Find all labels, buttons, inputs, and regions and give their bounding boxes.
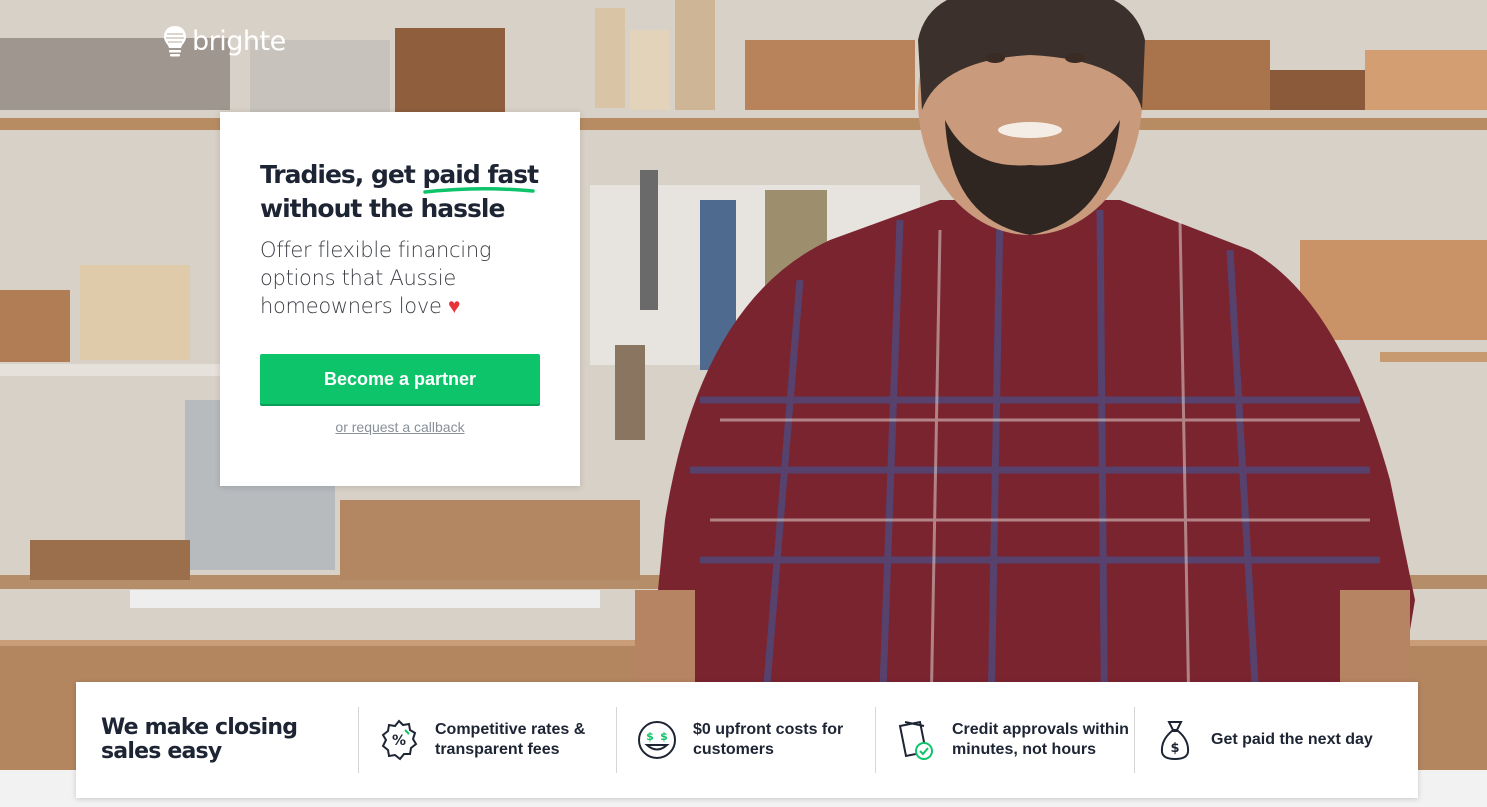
headline-part2: without the hassle bbox=[260, 194, 505, 223]
money-smile-icon: $ $ bbox=[638, 721, 676, 759]
benefit-payment: $ Get paid the next day bbox=[1134, 707, 1418, 773]
hero-headline: Tradies, get paid fast without the hassl… bbox=[260, 158, 560, 226]
svg-text:$: $ bbox=[660, 730, 668, 743]
percent-badge-icon: % bbox=[381, 719, 418, 761]
benefit-rates: % Competitive rates & transparent fees bbox=[358, 707, 616, 773]
heart-icon: ♥ bbox=[447, 294, 461, 318]
headline-part1: Tradies, get bbox=[260, 160, 423, 189]
brand-name: brighte bbox=[192, 25, 286, 57]
benefit-approvals: Credit approvals within minutes, not hou… bbox=[875, 707, 1134, 773]
svg-text:$: $ bbox=[646, 730, 654, 743]
highlight-underline-icon bbox=[422, 186, 535, 194]
benefit-upfront-label: $0 upfront costs for customers bbox=[693, 721, 844, 758]
benefit-rates-label: Competitive rates & transparent fees bbox=[435, 721, 586, 758]
lightbulb-icon bbox=[164, 26, 186, 57]
request-callback-link[interactable]: or request a callback bbox=[260, 419, 540, 435]
benefits-strip: We make closing sales easy % Competitive… bbox=[76, 682, 1418, 798]
money-bag-icon: $ bbox=[1160, 721, 1190, 761]
hero-subtext: Offer flexible financing options that Au… bbox=[260, 236, 560, 320]
svg-text:%: % bbox=[392, 733, 406, 749]
benefit-approvals-label: Credit approvals within minutes, not hou… bbox=[952, 721, 1129, 758]
headline-highlight-text: paid fast bbox=[422, 160, 540, 189]
approved-document-icon bbox=[898, 720, 933, 760]
benefit-upfront: $ $ $0 upfront costs for customers bbox=[616, 707, 875, 773]
become-partner-button[interactable]: Become a partner bbox=[260, 354, 540, 404]
brighte-logo[interactable]: brighte bbox=[162, 24, 286, 58]
benefits-title: We make closing sales easy bbox=[101, 715, 298, 764]
benefit-payment-label: Get paid the next day bbox=[1211, 731, 1373, 748]
svg-text:$: $ bbox=[1170, 741, 1179, 756]
hero-banner: brighte Tradies, get paid fast without t… bbox=[0, 0, 1487, 770]
headline-highlight: paid fast bbox=[422, 158, 540, 194]
hero-card: Tradies, get paid fast without the hassl… bbox=[220, 112, 580, 486]
